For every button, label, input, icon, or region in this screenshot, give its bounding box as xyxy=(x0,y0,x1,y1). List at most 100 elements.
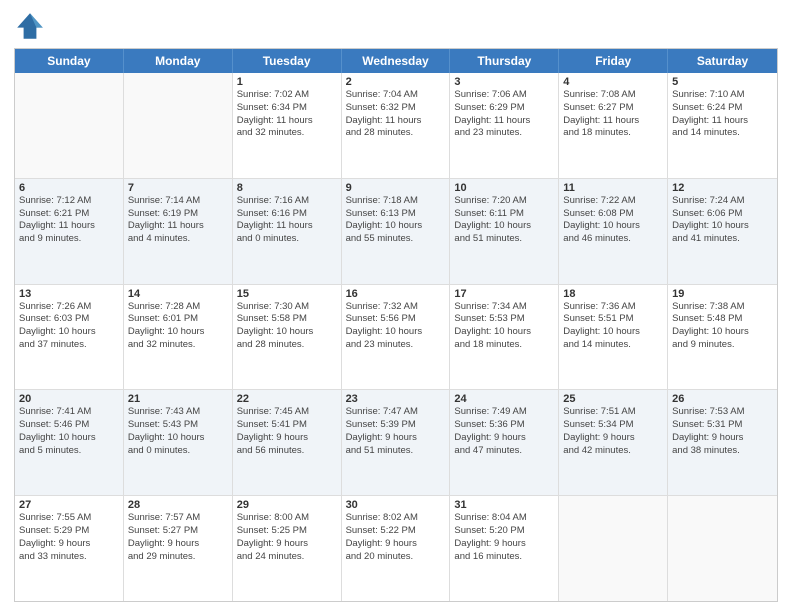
calendar-cell: 14Sunrise: 7:28 AM Sunset: 6:01 PM Dayli… xyxy=(124,285,233,390)
cell-daylight-info: Sunrise: 8:00 AM Sunset: 5:25 PM Dayligh… xyxy=(237,512,337,563)
calendar-cell: 31Sunrise: 8:04 AM Sunset: 5:20 PM Dayli… xyxy=(450,496,559,601)
weekday-header: Tuesday xyxy=(233,49,342,73)
cell-day-number: 17 xyxy=(454,288,554,300)
cell-daylight-info: Sunrise: 7:41 AM Sunset: 5:46 PM Dayligh… xyxy=(19,406,119,457)
cell-day-number: 24 xyxy=(454,393,554,405)
calendar-cell: 3Sunrise: 7:06 AM Sunset: 6:29 PM Daylig… xyxy=(450,73,559,178)
cell-day-number: 27 xyxy=(19,499,119,511)
cell-daylight-info: Sunrise: 7:14 AM Sunset: 6:19 PM Dayligh… xyxy=(128,195,228,246)
calendar-cell: 13Sunrise: 7:26 AM Sunset: 6:03 PM Dayli… xyxy=(15,285,124,390)
calendar-cell: 1Sunrise: 7:02 AM Sunset: 6:34 PM Daylig… xyxy=(233,73,342,178)
cell-day-number: 18 xyxy=(563,288,663,300)
calendar-cell: 23Sunrise: 7:47 AM Sunset: 5:39 PM Dayli… xyxy=(342,390,451,495)
cell-daylight-info: Sunrise: 8:02 AM Sunset: 5:22 PM Dayligh… xyxy=(346,512,446,563)
header xyxy=(14,10,778,42)
calendar-cell: 27Sunrise: 7:55 AM Sunset: 5:29 PM Dayli… xyxy=(15,496,124,601)
cell-daylight-info: Sunrise: 7:22 AM Sunset: 6:08 PM Dayligh… xyxy=(563,195,663,246)
cell-daylight-info: Sunrise: 7:43 AM Sunset: 5:43 PM Dayligh… xyxy=(128,406,228,457)
calendar-cell: 6Sunrise: 7:12 AM Sunset: 6:21 PM Daylig… xyxy=(15,179,124,284)
weekday-header: Thursday xyxy=(450,49,559,73)
cell-day-number: 15 xyxy=(237,288,337,300)
calendar-cell: 10Sunrise: 7:20 AM Sunset: 6:11 PM Dayli… xyxy=(450,179,559,284)
cell-day-number: 31 xyxy=(454,499,554,511)
calendar-cell: 28Sunrise: 7:57 AM Sunset: 5:27 PM Dayli… xyxy=(124,496,233,601)
cell-daylight-info: Sunrise: 7:10 AM Sunset: 6:24 PM Dayligh… xyxy=(672,89,773,140)
calendar-cell: 2Sunrise: 7:04 AM Sunset: 6:32 PM Daylig… xyxy=(342,73,451,178)
cell-day-number: 10 xyxy=(454,182,554,194)
cell-day-number: 12 xyxy=(672,182,773,194)
calendar-cell: 21Sunrise: 7:43 AM Sunset: 5:43 PM Dayli… xyxy=(124,390,233,495)
weekday-header: Monday xyxy=(124,49,233,73)
cell-daylight-info: Sunrise: 7:55 AM Sunset: 5:29 PM Dayligh… xyxy=(19,512,119,563)
cell-daylight-info: Sunrise: 7:04 AM Sunset: 6:32 PM Dayligh… xyxy=(346,89,446,140)
cell-day-number: 19 xyxy=(672,288,773,300)
calendar-cell: 9Sunrise: 7:18 AM Sunset: 6:13 PM Daylig… xyxy=(342,179,451,284)
weekday-header: Saturday xyxy=(668,49,777,73)
calendar-cell: 18Sunrise: 7:36 AM Sunset: 5:51 PM Dayli… xyxy=(559,285,668,390)
cell-daylight-info: Sunrise: 7:24 AM Sunset: 6:06 PM Dayligh… xyxy=(672,195,773,246)
calendar-cell: 15Sunrise: 7:30 AM Sunset: 5:58 PM Dayli… xyxy=(233,285,342,390)
calendar-cell: 11Sunrise: 7:22 AM Sunset: 6:08 PM Dayli… xyxy=(559,179,668,284)
calendar-cell: 16Sunrise: 7:32 AM Sunset: 5:56 PM Dayli… xyxy=(342,285,451,390)
calendar-cell xyxy=(15,73,124,178)
calendar-cell: 7Sunrise: 7:14 AM Sunset: 6:19 PM Daylig… xyxy=(124,179,233,284)
calendar-cell: 26Sunrise: 7:53 AM Sunset: 5:31 PM Dayli… xyxy=(668,390,777,495)
calendar-row: 13Sunrise: 7:26 AM Sunset: 6:03 PM Dayli… xyxy=(15,284,777,390)
cell-day-number: 14 xyxy=(128,288,228,300)
cell-daylight-info: Sunrise: 7:51 AM Sunset: 5:34 PM Dayligh… xyxy=(563,406,663,457)
calendar-cell xyxy=(124,73,233,178)
cell-daylight-info: Sunrise: 8:04 AM Sunset: 5:20 PM Dayligh… xyxy=(454,512,554,563)
calendar-cell: 29Sunrise: 8:00 AM Sunset: 5:25 PM Dayli… xyxy=(233,496,342,601)
cell-day-number: 16 xyxy=(346,288,446,300)
cell-day-number: 13 xyxy=(19,288,119,300)
cell-day-number: 8 xyxy=(237,182,337,194)
cell-daylight-info: Sunrise: 7:45 AM Sunset: 5:41 PM Dayligh… xyxy=(237,406,337,457)
cell-day-number: 22 xyxy=(237,393,337,405)
cell-day-number: 28 xyxy=(128,499,228,511)
cell-daylight-info: Sunrise: 7:06 AM Sunset: 6:29 PM Dayligh… xyxy=(454,89,554,140)
calendar-cell: 12Sunrise: 7:24 AM Sunset: 6:06 PM Dayli… xyxy=(668,179,777,284)
calendar-cell: 30Sunrise: 8:02 AM Sunset: 5:22 PM Dayli… xyxy=(342,496,451,601)
calendar-cell: 4Sunrise: 7:08 AM Sunset: 6:27 PM Daylig… xyxy=(559,73,668,178)
cell-daylight-info: Sunrise: 7:08 AM Sunset: 6:27 PM Dayligh… xyxy=(563,89,663,140)
cell-daylight-info: Sunrise: 7:47 AM Sunset: 5:39 PM Dayligh… xyxy=(346,406,446,457)
cell-day-number: 11 xyxy=(563,182,663,194)
weekday-header: Friday xyxy=(559,49,668,73)
calendar-cell xyxy=(559,496,668,601)
calendar-row: 20Sunrise: 7:41 AM Sunset: 5:46 PM Dayli… xyxy=(15,389,777,495)
cell-day-number: 9 xyxy=(346,182,446,194)
cell-daylight-info: Sunrise: 7:36 AM Sunset: 5:51 PM Dayligh… xyxy=(563,301,663,352)
cell-day-number: 30 xyxy=(346,499,446,511)
cell-day-number: 20 xyxy=(19,393,119,405)
cell-day-number: 3 xyxy=(454,76,554,88)
cell-daylight-info: Sunrise: 7:53 AM Sunset: 5:31 PM Dayligh… xyxy=(672,406,773,457)
cell-day-number: 21 xyxy=(128,393,228,405)
calendar-cell: 8Sunrise: 7:16 AM Sunset: 6:16 PM Daylig… xyxy=(233,179,342,284)
cell-daylight-info: Sunrise: 7:38 AM Sunset: 5:48 PM Dayligh… xyxy=(672,301,773,352)
cell-daylight-info: Sunrise: 7:18 AM Sunset: 6:13 PM Dayligh… xyxy=(346,195,446,246)
cell-day-number: 6 xyxy=(19,182,119,194)
logo-icon xyxy=(14,10,46,42)
cell-daylight-info: Sunrise: 7:16 AM Sunset: 6:16 PM Dayligh… xyxy=(237,195,337,246)
cell-day-number: 25 xyxy=(563,393,663,405)
weekday-header: Sunday xyxy=(15,49,124,73)
calendar-cell: 22Sunrise: 7:45 AM Sunset: 5:41 PM Dayli… xyxy=(233,390,342,495)
calendar-cell: 20Sunrise: 7:41 AM Sunset: 5:46 PM Dayli… xyxy=(15,390,124,495)
cell-day-number: 23 xyxy=(346,393,446,405)
cell-day-number: 26 xyxy=(672,393,773,405)
calendar-cell: 17Sunrise: 7:34 AM Sunset: 5:53 PM Dayli… xyxy=(450,285,559,390)
page: SundayMondayTuesdayWednesdayThursdayFrid… xyxy=(0,0,792,612)
cell-daylight-info: Sunrise: 7:57 AM Sunset: 5:27 PM Dayligh… xyxy=(128,512,228,563)
cell-daylight-info: Sunrise: 7:32 AM Sunset: 5:56 PM Dayligh… xyxy=(346,301,446,352)
cell-day-number: 7 xyxy=(128,182,228,194)
calendar-cell: 25Sunrise: 7:51 AM Sunset: 5:34 PM Dayli… xyxy=(559,390,668,495)
calendar-cell xyxy=(668,496,777,601)
calendar-cell: 24Sunrise: 7:49 AM Sunset: 5:36 PM Dayli… xyxy=(450,390,559,495)
cell-daylight-info: Sunrise: 7:49 AM Sunset: 5:36 PM Dayligh… xyxy=(454,406,554,457)
cell-daylight-info: Sunrise: 7:02 AM Sunset: 6:34 PM Dayligh… xyxy=(237,89,337,140)
calendar-body: 1Sunrise: 7:02 AM Sunset: 6:34 PM Daylig… xyxy=(15,73,777,601)
cell-daylight-info: Sunrise: 7:30 AM Sunset: 5:58 PM Dayligh… xyxy=(237,301,337,352)
calendar: SundayMondayTuesdayWednesdayThursdayFrid… xyxy=(14,48,778,602)
cell-daylight-info: Sunrise: 7:20 AM Sunset: 6:11 PM Dayligh… xyxy=(454,195,554,246)
cell-day-number: 29 xyxy=(237,499,337,511)
